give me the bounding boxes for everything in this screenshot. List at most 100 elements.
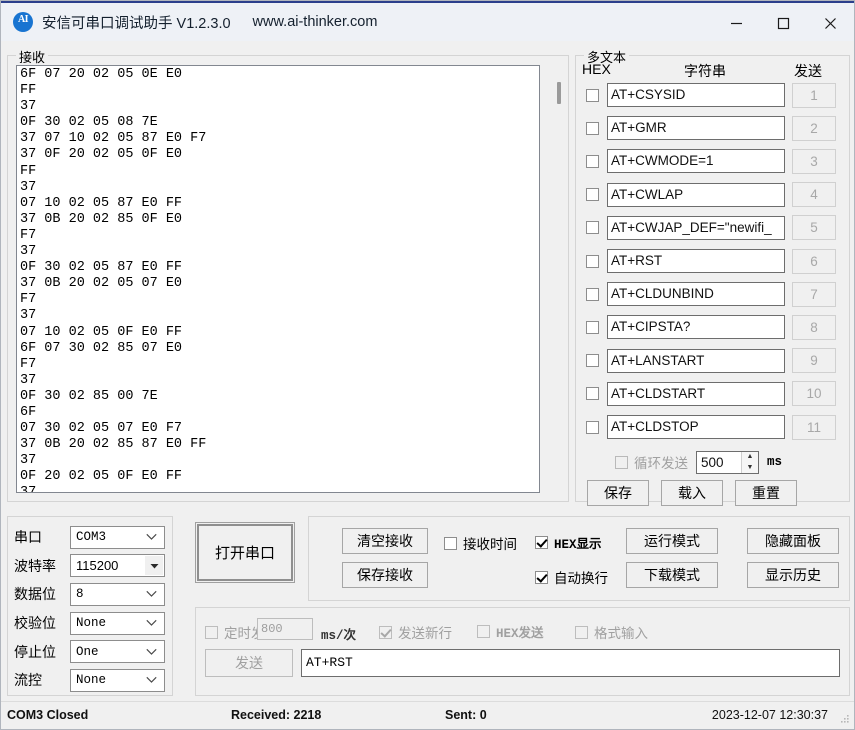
multitext-row: AT+CWLAP 4 <box>576 180 849 210</box>
multitext-send-button[interactable]: 7 <box>792 281 836 307</box>
window-title-url: www.ai-thinker.com <box>252 14 378 30</box>
multitext-hex-checkbox[interactable] <box>586 154 599 168</box>
hex-send-checkbox[interactable]: HEX发送 <box>477 622 544 641</box>
serial-setting-label: 流控 <box>14 672 42 689</box>
multitext-hex-checkbox[interactable] <box>586 88 599 102</box>
format-input-checkbox-box[interactable] <box>575 625 588 639</box>
multitext-send-button[interactable]: 4 <box>792 182 836 208</box>
hex-send-checkbox-box[interactable] <box>477 625 490 638</box>
receive-textarea[interactable]: 6F 07 20 02 05 0E E0 FF 37 0F 30 02 05 0… <box>16 65 540 493</box>
serial-setting-dropdown[interactable]: 8 <box>70 582 165 606</box>
multitext-hex-checkbox[interactable] <box>586 320 599 334</box>
multitext-hex-checkbox[interactable] <box>586 221 599 235</box>
multitext-send-button[interactable]: 5 <box>792 215 836 241</box>
status-sent-count: Sent: 0 <box>445 708 487 722</box>
multitext-command-input[interactable]: AT+CLDUNBIND <box>607 282 785 307</box>
save-receive-button[interactable]: 保存接收 <box>342 562 428 588</box>
multitext-command-input[interactable]: AT+LANSTART <box>607 348 785 373</box>
minimize-icon <box>731 22 742 24</box>
multitext-command-input[interactable]: AT+RST <box>607 249 785 273</box>
send-panel: 定时发送 800 ms/次 发送新行 HEX发送 格式输入 发送 AT+RST <box>195 607 850 696</box>
multitext-send-button[interactable]: 11 <box>792 414 836 440</box>
serial-setting-dropdown[interactable]: COM3 <box>70 525 165 549</box>
hex-display-checkbox[interactable]: HEX显示 <box>535 533 602 552</box>
multitext-hex-checkbox[interactable] <box>586 188 599 202</box>
auto-wrap-checkbox[interactable]: 自动换行 <box>535 567 608 587</box>
clear-receive-button[interactable]: 清空接收 <box>342 528 428 554</box>
multitext-hex-checkbox[interactable] <box>586 354 599 368</box>
multitext-command-input[interactable]: AT+CWLAP <box>607 182 785 207</box>
multitext-command-input[interactable]: AT+CLDSTART <box>607 381 785 406</box>
minimize-button[interactable] <box>713 3 760 43</box>
maximize-icon <box>777 17 790 29</box>
multitext-command-input[interactable]: AT+CLDSTOP <box>607 415 785 439</box>
multitext-command-input[interactable]: AT+CSYSID <box>607 83 785 107</box>
send-newline-checkbox-box[interactable] <box>379 625 392 639</box>
receive-time-label: 接收时间 <box>463 537 517 552</box>
serial-setting-label: 波特率 <box>14 557 56 574</box>
multitext-send-button[interactable]: 6 <box>792 248 836 274</box>
dropdown-arrow-button[interactable] <box>145 556 163 576</box>
open-port-button[interactable]: 打开串口 <box>195 522 295 583</box>
loop-interval-spinner[interactable]: 500 ▲ ▼ <box>696 450 759 474</box>
spinner-up-icon[interactable]: ▲ <box>742 452 758 463</box>
show-history-button[interactable]: 显示历史 <box>747 562 839 588</box>
multitext-command-input[interactable]: AT+CWMODE=1 <box>607 149 785 174</box>
multitext-actions: 保存 载入 重置 <box>576 480 849 506</box>
multitext-send-button[interactable]: 3 <box>792 148 836 174</box>
multitext-row: AT+CWJAP_DEF="newifi_ 5 <box>576 213 849 243</box>
serial-setting-dropdown[interactable]: None <box>70 611 165 635</box>
hex-display-checkbox-box[interactable] <box>535 536 548 549</box>
auto-wrap-checkbox-box[interactable] <box>535 570 548 584</box>
reset-button[interactable]: 重置 <box>735 480 797 506</box>
multitext-send-button[interactable]: 10 <box>792 381 836 407</box>
timed-send-checkbox-box[interactable] <box>205 625 218 639</box>
receive-scrollbar-thumb[interactable] <box>557 82 561 104</box>
send-newline-checkbox[interactable]: 发送新行 <box>379 622 452 642</box>
multitext-row: AT+CLDSTOP 11 <box>576 412 849 442</box>
multitext-hex-checkbox[interactable] <box>586 287 599 301</box>
multitext-hex-checkbox[interactable] <box>586 387 599 401</box>
send-button[interactable]: 发送 <box>205 649 293 677</box>
multitext-command-input[interactable]: AT+CWJAP_DEF="newifi_ <box>607 215 785 240</box>
send-interval-input[interactable]: 800 <box>257 618 313 640</box>
multitext-command-input[interactable]: AT+CIPSTA? <box>607 315 785 340</box>
multitext-send-button[interactable]: 9 <box>792 348 836 374</box>
serial-setting-label: 校验位 <box>14 615 56 632</box>
run-mode-button[interactable]: 运行模式 <box>626 528 718 554</box>
multitext-send-button[interactable]: 8 <box>792 314 836 340</box>
save-button[interactable]: 保存 <box>587 480 649 506</box>
loop-interval-value[interactable]: 500 <box>697 452 741 473</box>
multitext-send-button[interactable]: 2 <box>792 115 836 141</box>
multitext-hex-checkbox[interactable] <box>586 420 599 434</box>
multitext-col-send: 发送 <box>794 63 822 79</box>
serial-setting-row: 波特率 115200 <box>8 552 172 581</box>
receive-panel: 接收 6F 07 20 02 05 0E E0 FF 37 0F 30 02 0… <box>7 47 569 502</box>
hide-panel-button[interactable]: 隐藏面板 <box>747 528 839 554</box>
serial-setting-dropdown[interactable]: None <box>70 668 165 692</box>
format-input-checkbox[interactable]: 格式输入 <box>575 622 648 642</box>
loop-send-checkbox[interactable] <box>615 455 628 469</box>
resize-grip-icon[interactable] <box>838 714 850 726</box>
multitext-command-input[interactable]: AT+GMR <box>607 116 785 141</box>
multitext-hex-checkbox[interactable] <box>586 121 599 135</box>
maximize-button[interactable] <box>760 3 807 43</box>
multitext-header: HEX 字符串 发送 <box>576 61 849 81</box>
receive-panel-legend: 接收 <box>16 47 49 66</box>
multitext-send-button[interactable]: 1 <box>792 82 836 108</box>
multitext-row: AT+CWMODE=1 3 <box>576 146 849 176</box>
receive-time-checkbox-box[interactable] <box>444 536 457 550</box>
spinner-down-icon[interactable]: ▼ <box>742 462 758 473</box>
multitext-hex-checkbox[interactable] <box>586 254 599 268</box>
serial-setting-value: 115200 <box>76 558 119 574</box>
serial-setting-dropdown[interactable]: One <box>70 640 165 664</box>
serial-setting-value: None <box>76 673 107 688</box>
serial-setting-label: 停止位 <box>14 643 56 660</box>
download-mode-button[interactable]: 下载模式 <box>626 562 718 588</box>
serial-setting-dropdown[interactable]: 115200 <box>70 554 165 578</box>
spinner-buttons[interactable]: ▲ ▼ <box>741 451 758 473</box>
send-input[interactable]: AT+RST <box>301 649 840 677</box>
close-button[interactable] <box>807 3 854 43</box>
load-button[interactable]: 载入 <box>661 480 723 506</box>
receive-time-checkbox[interactable]: 接收时间 <box>444 533 517 553</box>
